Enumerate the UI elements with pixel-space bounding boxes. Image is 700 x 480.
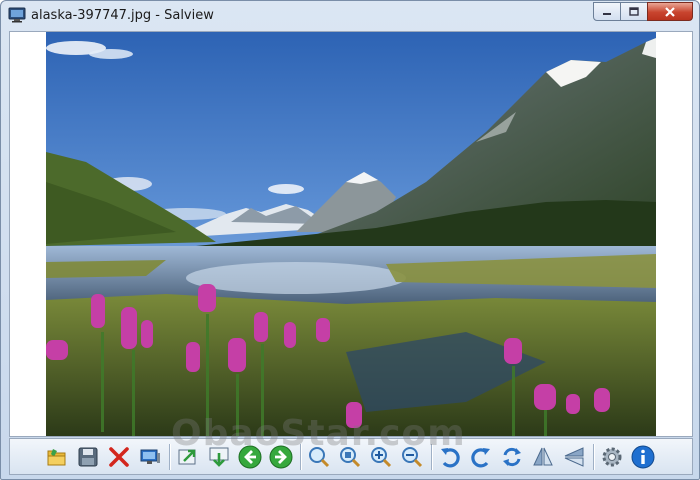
settings-button[interactable]	[597, 442, 627, 472]
image-viewport[interactable]	[9, 31, 693, 437]
rotate-right-icon	[471, 447, 490, 467]
gear-icon	[602, 447, 622, 466]
maximize-icon	[629, 7, 639, 16]
caption-buttons	[593, 2, 693, 21]
displayed-photo	[46, 32, 656, 436]
toolbar-separator	[169, 443, 170, 470]
refresh-icon	[503, 447, 521, 466]
close-icon	[665, 6, 675, 17]
open-folder-button[interactable]	[42, 442, 72, 472]
title-bar[interactable]: alaska-397747.jpg - Salview	[1, 1, 699, 30]
window-title: alaska-397747.jpg - Salview	[31, 8, 214, 23]
folder-icon	[47, 448, 66, 465]
floppy-icon	[78, 447, 98, 466]
flip-horizontal-button[interactable]	[559, 442, 589, 472]
monitor-icon	[140, 449, 160, 464]
x-icon	[109, 446, 129, 467]
flip-vertical-icon	[533, 447, 553, 465]
info-icon	[631, 445, 655, 468]
toolbar-separator	[593, 443, 594, 470]
app-window: alaska-397747.jpg - Salview ObaoStar.com	[0, 0, 700, 480]
flip-horizontal-icon	[564, 446, 584, 467]
minimize-icon	[603, 12, 611, 15]
close-button[interactable]	[647, 2, 693, 21]
delete-button[interactable]	[104, 442, 134, 472]
flip-vertical-button[interactable]	[528, 442, 558, 472]
slideshow-button[interactable]	[135, 442, 165, 472]
rotate-right-button[interactable]	[466, 442, 496, 472]
refresh-button[interactable]	[497, 442, 527, 472]
maximize-button[interactable]	[620, 2, 648, 21]
monitor-icon	[8, 7, 26, 23]
minimize-button[interactable]	[593, 2, 621, 21]
watermark-text: ObaoStar.com	[171, 413, 466, 454]
save-button[interactable]	[73, 442, 103, 472]
info-button[interactable]	[628, 442, 658, 472]
